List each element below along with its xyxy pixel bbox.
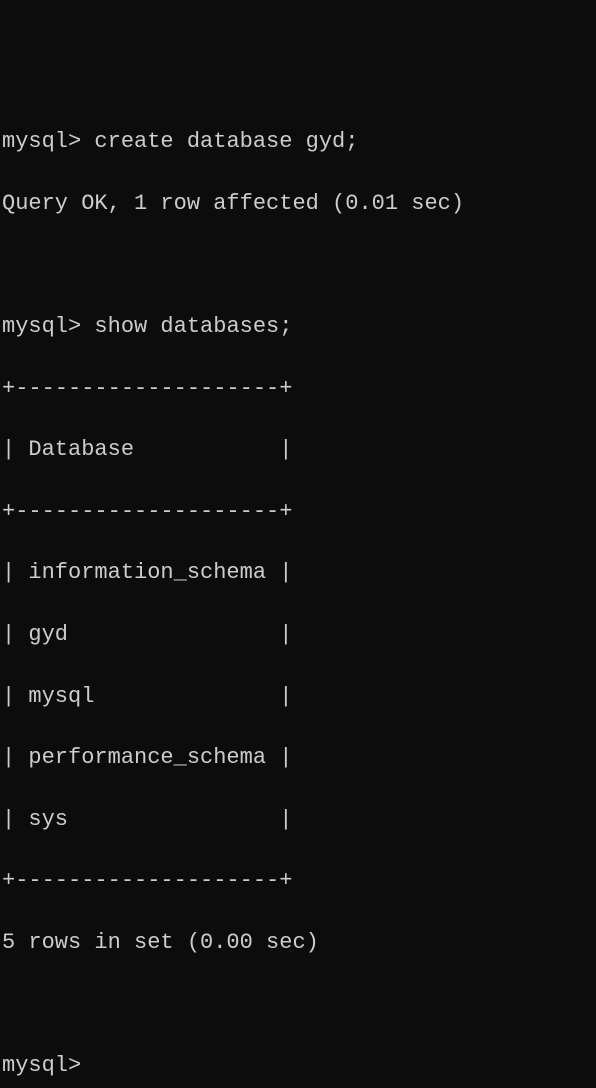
- prompt: mysql>: [2, 314, 81, 339]
- prompt-final[interactable]: mysql>: [2, 1051, 596, 1082]
- blank-line: [2, 250, 596, 281]
- blank-line: [2, 990, 596, 1021]
- table-row: | performance_schema |: [2, 743, 596, 774]
- table-row: | mysql |: [2, 682, 596, 713]
- result-line-1: Query OK, 1 row affected (0.01 sec): [2, 189, 596, 220]
- result-line-2: 5 rows in set (0.00 sec): [2, 928, 596, 959]
- command-create: create database gyd;: [94, 129, 358, 154]
- table-row: | information_schema |: [2, 558, 596, 589]
- cmd-line-1: mysql> create database gyd;: [2, 127, 596, 158]
- table-border-top: +--------------------+: [2, 374, 596, 405]
- command-show: show databases;: [94, 314, 292, 339]
- table-border-mid: +--------------------+: [2, 497, 596, 528]
- prompt: mysql>: [2, 1053, 81, 1078]
- table-row: | sys |: [2, 805, 596, 836]
- table-border-bot: +--------------------+: [2, 866, 596, 897]
- prompt: mysql>: [2, 129, 81, 154]
- cmd-line-2: mysql> show databases;: [2, 312, 596, 343]
- table-row: | gyd |: [2, 620, 596, 651]
- table-header: | Database |: [2, 435, 596, 466]
